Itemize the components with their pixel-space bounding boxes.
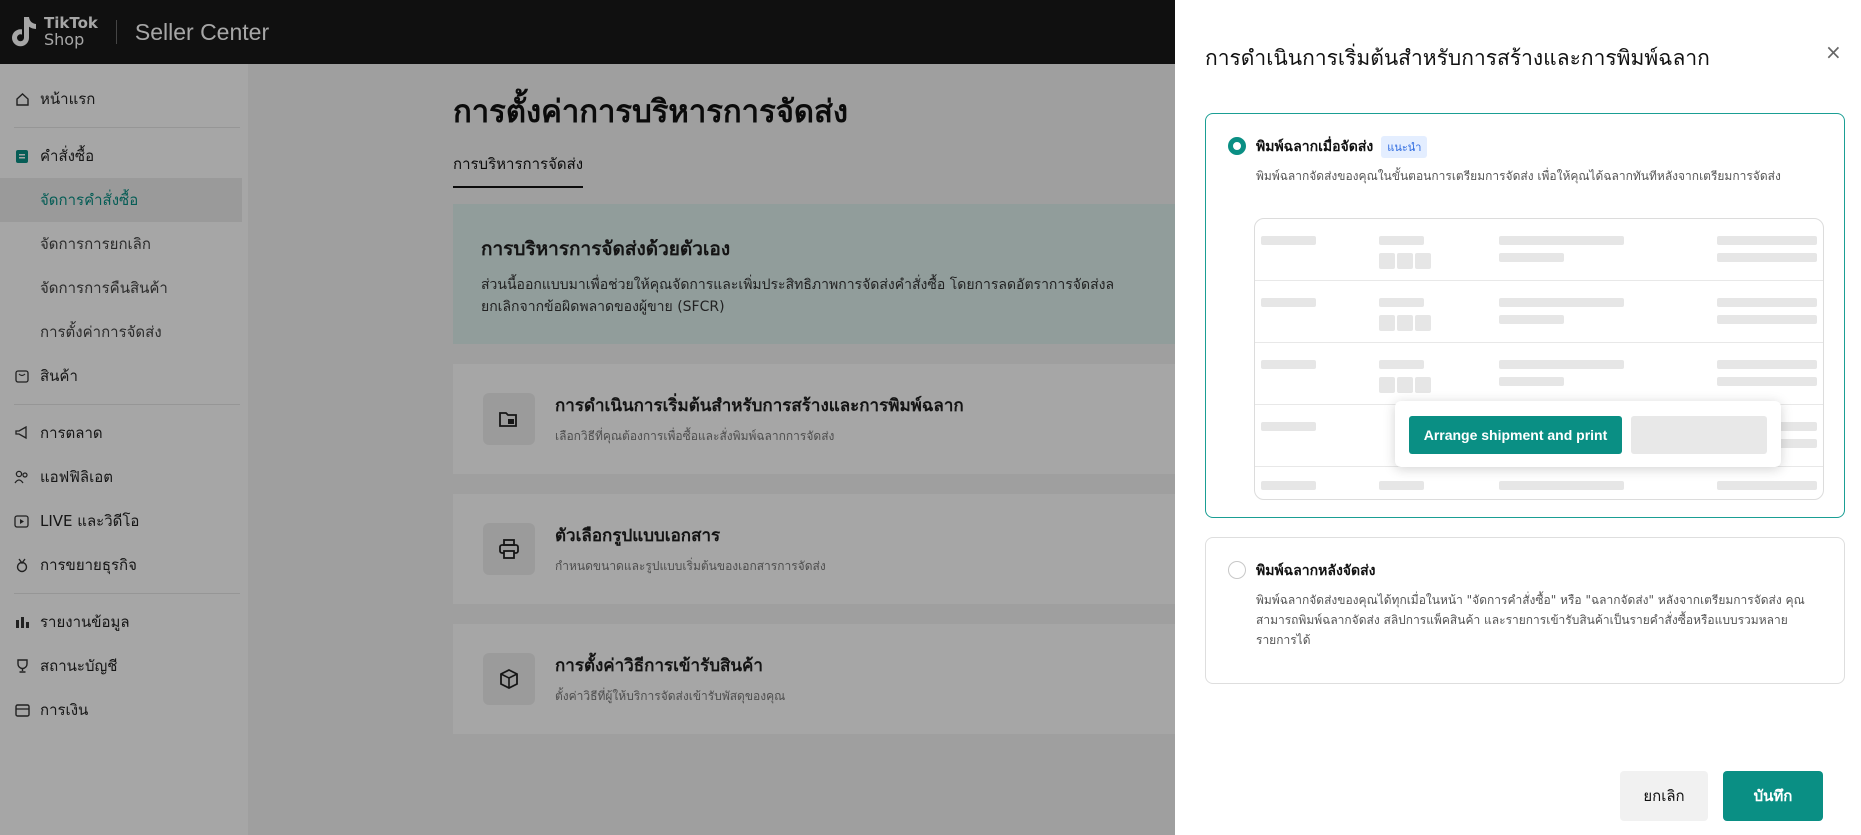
option-description: พิมพ์ฉลากจัดส่งของคุณได้ทุกเมื่อในหน้า "… — [1256, 593, 1805, 647]
radio-print-after-ship[interactable] — [1228, 561, 1246, 579]
option-title: พิมพ์ฉลากเมื่อจัดส่ง — [1256, 139, 1374, 155]
preview-row — [1255, 467, 1823, 499]
preview-row — [1255, 281, 1823, 343]
radio-print-on-ship[interactable] — [1228, 137, 1246, 155]
preview-popup: Arrange shipment and print — [1395, 401, 1781, 467]
close-icon[interactable]: × — [1825, 40, 1842, 64]
preview-placeholder-button — [1631, 416, 1767, 454]
drawer-title: การดำเนินการเริ่มต้นสำหรับการสร้างและการ… — [1205, 46, 1710, 70]
recommended-badge: แนะนำ — [1381, 136, 1428, 158]
option-print-after-ship[interactable]: พิมพ์ฉลากหลังจัดส่ง พิมพ์ฉลากจัดส่งของคุ… — [1205, 537, 1845, 684]
cancel-button[interactable]: ยกเลิก — [1620, 771, 1708, 821]
preview-row — [1255, 219, 1823, 281]
preview-arrange-shipment-button: Arrange shipment and print — [1409, 416, 1622, 454]
preview-illustration: Arrange shipment and print — [1254, 218, 1824, 500]
save-button[interactable]: บันทึก — [1723, 771, 1823, 821]
option-description: พิมพ์ฉลากจัดส่งของคุณในขั้นตอนการเตรียมก… — [1256, 169, 1781, 183]
preview-row — [1255, 343, 1823, 405]
label-settings-drawer: การดำเนินการเริ่มต้นสำหรับการสร้างและการ… — [1175, 0, 1861, 835]
option-title-row: พิมพ์ฉลากเมื่อจัดส่ง แนะนำ — [1256, 136, 1428, 158]
option-print-on-ship[interactable]: พิมพ์ฉลากเมื่อจัดส่ง แนะนำ พิมพ์ฉลากจัดส่… — [1205, 113, 1845, 518]
option-title: พิมพ์ฉลากหลังจัดส่ง — [1256, 563, 1376, 579]
